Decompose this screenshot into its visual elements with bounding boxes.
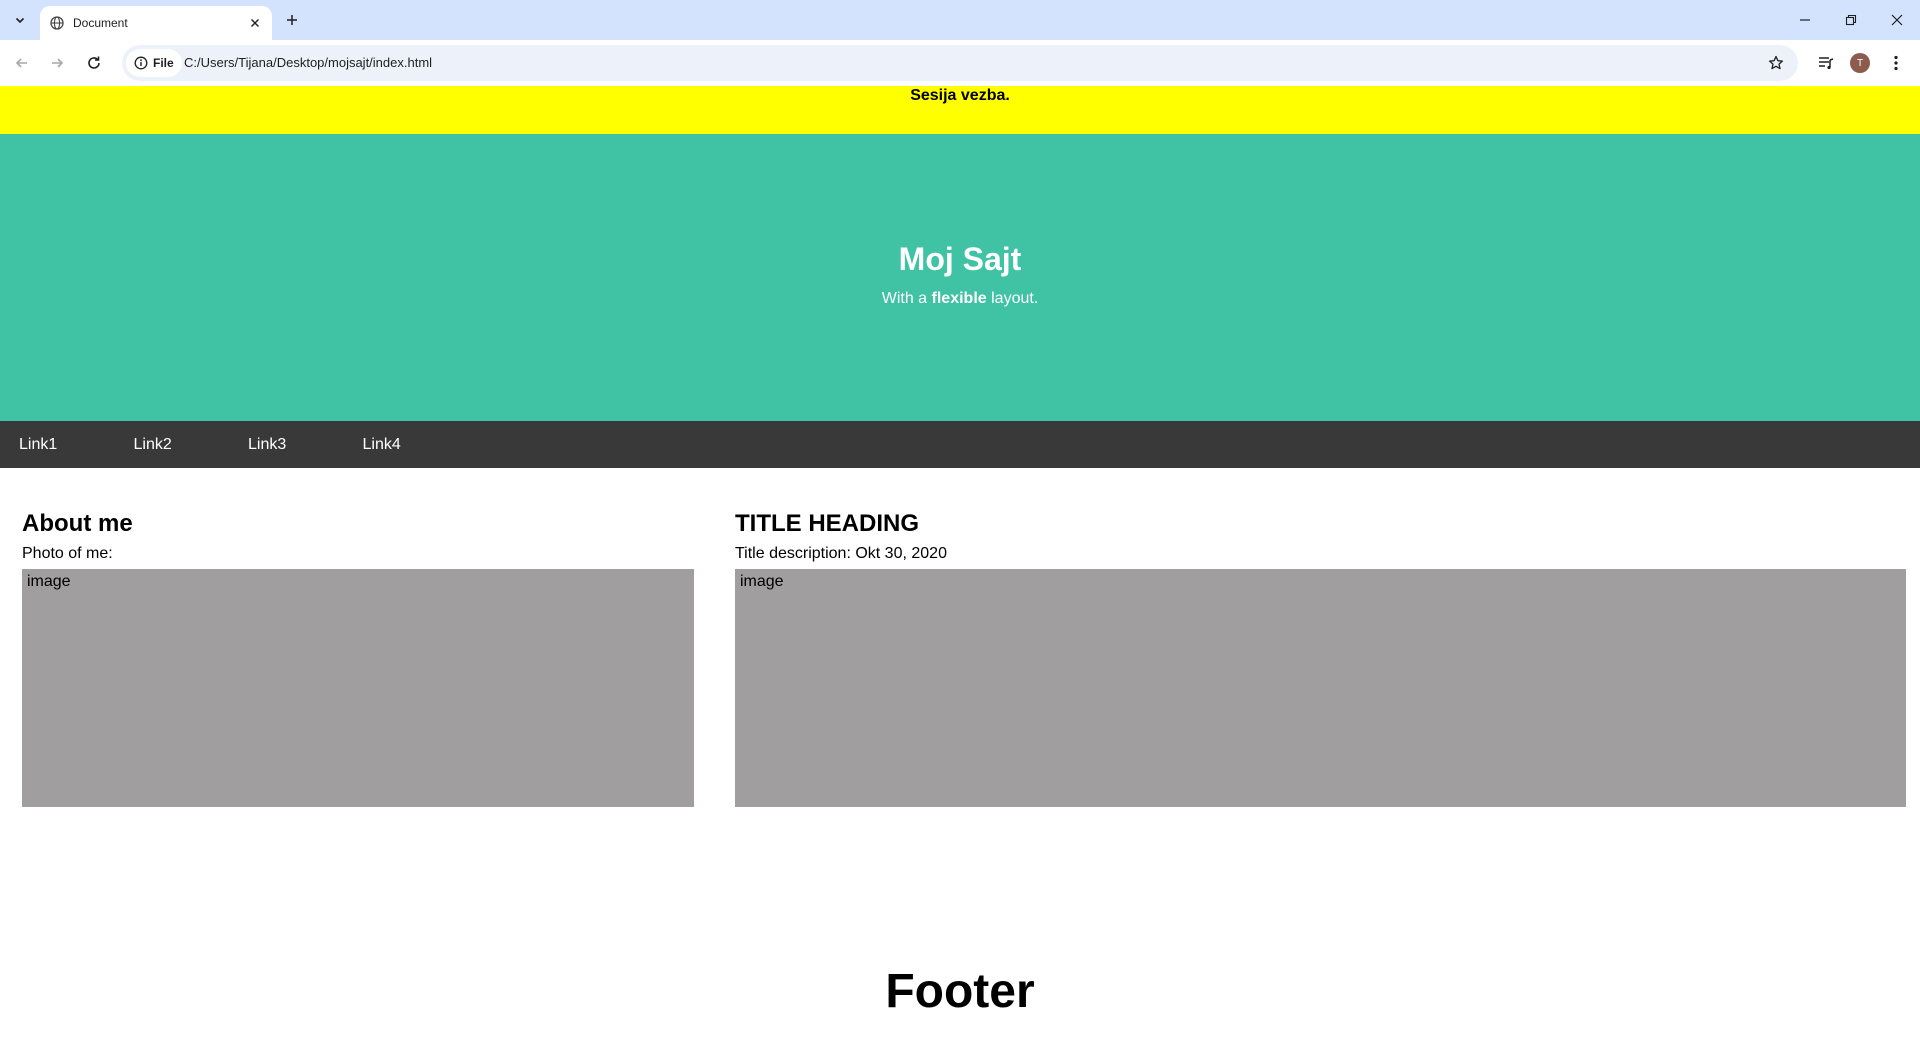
tab-search-button[interactable]	[7, 8, 33, 32]
web-page: Sesija vezba. Moj Sajt With a flexible l…	[0, 86, 1920, 1040]
hero-header: Moj Sajt With a flexible layout.	[0, 134, 1920, 421]
queue-music-icon	[1819, 57, 1834, 70]
new-tab-button[interactable]	[279, 8, 305, 32]
about-description: Photo of me:	[22, 545, 113, 562]
site-title: Moj Sajt	[898, 240, 1022, 277]
back-button[interactable]	[8, 49, 36, 77]
forward-button[interactable]	[43, 49, 71, 77]
site-info-chip[interactable]: File	[126, 49, 182, 77]
close-icon	[1891, 14, 1903, 26]
tab-close-button[interactable]	[246, 14, 264, 32]
image-placeholder-label: image	[740, 573, 784, 590]
bookmark-button[interactable]	[1766, 53, 1786, 73]
about-column: About me Photo of me: image	[22, 510, 694, 807]
chevron-down-icon	[15, 17, 25, 24]
subtitle-bold-word: flexible	[931, 289, 987, 307]
article-description: Title description: Okt 30, 2020	[735, 545, 947, 562]
info-icon	[134, 56, 148, 70]
profile-button[interactable]: T	[1846, 49, 1874, 77]
url-text[interactable]: C:/Users/Tijana/Desktop/mojsajt/index.ht…	[184, 55, 432, 70]
nav-link-3[interactable]: Link3	[229, 436, 344, 454]
more-vertical-icon	[1894, 55, 1898, 71]
minimize-icon	[1800, 19, 1810, 21]
avatar: T	[1850, 53, 1870, 73]
close-window-button[interactable]	[1874, 0, 1920, 40]
media-controls-button[interactable]	[1812, 49, 1840, 77]
reload-icon	[88, 56, 100, 69]
restore-icon	[1845, 14, 1857, 26]
subtitle-text-after: layout.	[986, 289, 1039, 307]
nav-link-1[interactable]: Link1	[0, 436, 115, 454]
navbar: Link1 Link2 Link3 Link4	[0, 421, 1920, 468]
banner-text: Sesija vezba.	[910, 87, 1010, 104]
minimize-button[interactable]	[1782, 0, 1828, 40]
tab-title: Document	[73, 16, 128, 30]
top-banner: Sesija vezba.	[0, 86, 1920, 134]
arrow-right-icon	[52, 58, 64, 68]
restore-button[interactable]	[1828, 0, 1874, 40]
reload-button[interactable]	[80, 49, 108, 77]
close-icon	[251, 19, 259, 27]
arrow-left-icon	[15, 58, 27, 68]
page-footer: Footer	[0, 964, 1920, 1019]
site-subtitle: With a flexible layout.	[882, 290, 1039, 308]
subtitle-text-before: With a	[881, 289, 932, 307]
site-chip-label: File	[153, 56, 174, 70]
menu-button[interactable]	[1882, 49, 1910, 77]
browser-toolbar: File C:/Users/Tijana/Desktop/mojsajt/ind…	[0, 40, 1920, 86]
about-image-placeholder: image	[22, 569, 694, 807]
article-image-placeholder: image	[735, 569, 1906, 807]
browser-tabstrip: Document	[0, 0, 1920, 40]
nav-link-4[interactable]: Link4	[344, 436, 459, 454]
about-heading: About me	[22, 510, 133, 537]
globe-icon	[50, 16, 64, 30]
article-column: TITLE HEADING Title description: Okt 30,…	[735, 510, 1906, 807]
address-bar[interactable]: File C:/Users/Tijana/Desktop/mojsajt/ind…	[122, 45, 1798, 81]
image-placeholder-label: image	[27, 573, 71, 590]
footer-text: Footer	[885, 965, 1035, 1018]
browser-tab[interactable]: Document	[40, 6, 272, 40]
article-heading: TITLE HEADING	[735, 510, 919, 537]
plus-icon	[287, 15, 297, 25]
star-icon	[1768, 55, 1784, 70]
main-content: About me Photo of me: image TITLE HEADIN…	[0, 510, 1920, 807]
nav-link-2[interactable]: Link2	[115, 436, 230, 454]
